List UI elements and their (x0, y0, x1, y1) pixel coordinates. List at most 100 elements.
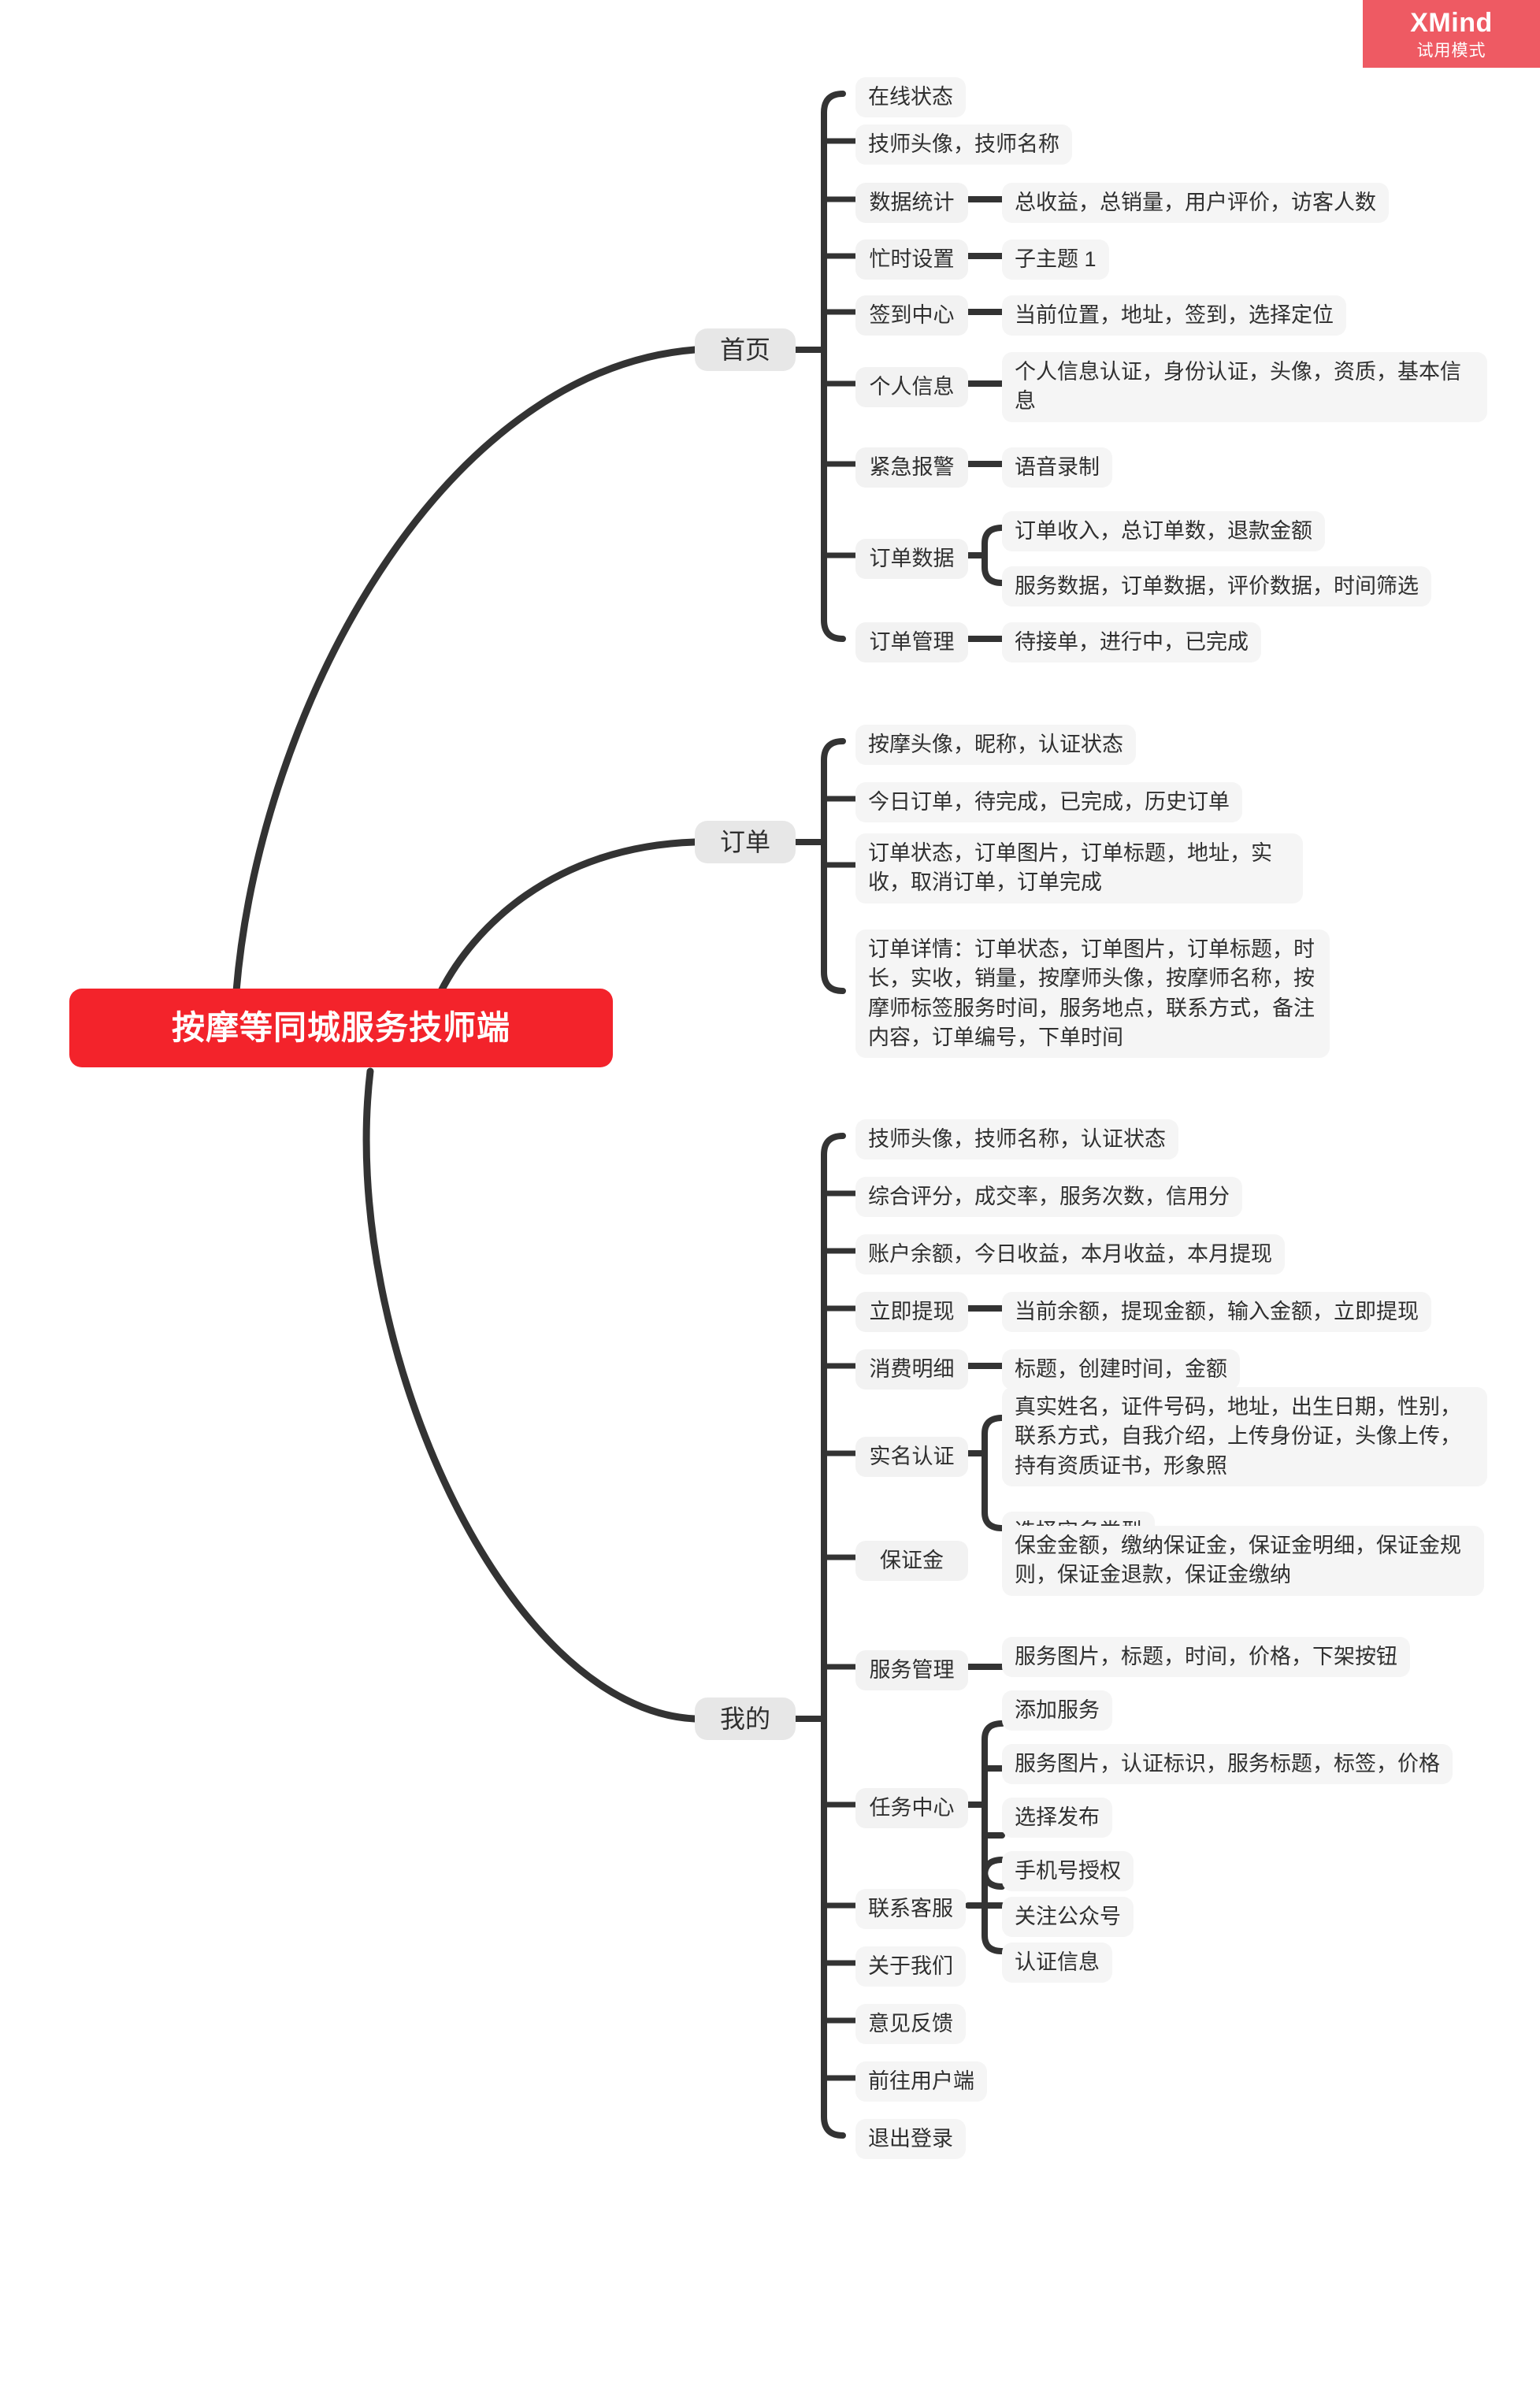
node-text: 退出登录 (868, 2127, 953, 2150)
node-text: 服务数据，订单数据，评价数据，时间筛选 (1015, 574, 1419, 598)
leaf-home-order-states[interactable]: 待接单，进行中，已完成 (1002, 622, 1261, 663)
connector-root-to-order (437, 838, 699, 995)
sub-home-emergency-alarm[interactable]: 紧急报警 (855, 447, 968, 488)
node-text: 意见反馈 (868, 2012, 953, 2035)
branch-node-order[interactable]: 订单 (695, 821, 796, 863)
node-text: 待接单，进行中，已完成 (1015, 630, 1249, 654)
leaf-home-voice-recording[interactable]: 语音录制 (1002, 447, 1112, 488)
branch-label-order: 订单 (719, 827, 770, 856)
leaf-mine-auth-info[interactable]: 认证信息 (1002, 1942, 1112, 1983)
node-text: 数据统计 (869, 191, 955, 214)
node-text: 关注公众号 (1015, 1905, 1121, 1928)
leaf-home-order-income[interactable]: 订单收入，总订单数，退款金额 (1002, 511, 1325, 552)
spine-mine (821, 1133, 846, 2139)
node-text: 今日订单，待完成，已完成，历史订单 (868, 790, 1230, 814)
node-text: 订单状态，订单图片，订单标题，地址，实收，取消订单，订单完成 (868, 841, 1272, 895)
node-text: 忙时设置 (869, 247, 955, 271)
node-text: 订单收入，总订单数，退款金额 (1015, 519, 1312, 543)
xmind-logo-text: XMind (1410, 7, 1493, 38)
leaf-mine-goto-client[interactable]: 前往用户端 (855, 2061, 987, 2102)
leaf-mine-logout[interactable]: 退出登录 (855, 2119, 966, 2160)
leaf-mine-phone-auth[interactable]: 手机号授权 (1002, 1851, 1134, 1892)
node-text: 总收益，总销量，用户评价，访客人数 (1015, 191, 1376, 214)
sub-home-order-management[interactable]: 订单管理 (855, 622, 968, 663)
connector-root-to-mine (362, 1067, 699, 1723)
leaf-home-online-status[interactable]: 在线状态 (855, 77, 966, 118)
leaf-home-checkin-detail[interactable]: 当前位置，地址，签到，选择定位 (1002, 295, 1346, 336)
leaf-mine-contact-support[interactable]: 联系客服 (855, 1889, 966, 1930)
node-text: 在线状态 (868, 85, 953, 109)
leaf-order-today[interactable]: 今日订单，待完成，已完成，历史订单 (855, 782, 1242, 823)
node-text: 服务管理 (869, 1658, 955, 1682)
leaf-mine-follow-official[interactable]: 关注公众号 (1002, 1897, 1134, 1938)
branch-node-mine[interactable]: 我的 (695, 1698, 796, 1740)
sub-mine-service-management[interactable]: 服务管理 (855, 1650, 968, 1691)
node-text: 服务图片，认证标识，服务标题，标签，价格 (1015, 1752, 1440, 1775)
leaf-mine-service-card[interactable]: 服务图片，标题，时间，价格，下架按钮 (1002, 1637, 1410, 1678)
node-text: 订单管理 (869, 630, 955, 654)
sub-mine-consumption-detail[interactable]: 消费明细 (855, 1349, 968, 1390)
sub-mine-deposit[interactable]: 保证金 (855, 1541, 968, 1582)
leaf-mine-balance[interactable]: 账户余额，今日收益，本月收益，本月提现 (855, 1234, 1285, 1275)
node-text: 语音录制 (1015, 455, 1100, 479)
node-text: 订单数据 (869, 547, 955, 570)
leaf-home-subtopic-1[interactable]: 子主题 1 (1002, 239, 1109, 280)
node-text: 立即提现 (869, 1300, 955, 1323)
root-label: 按摩等同城服务技师端 (171, 1009, 510, 1047)
node-text: 保证金 (880, 1549, 944, 1572)
node-text: 账户余额，今日收益，本月收益，本月提现 (868, 1242, 1272, 1266)
sub-home-busy-settings[interactable]: 忙时设置 (855, 239, 968, 280)
spine-orderdata (982, 525, 1005, 586)
leaf-mine-select-publish[interactable]: 选择发布 (1002, 1798, 1112, 1839)
leaf-mine-tech-profile[interactable]: 技师头像，技师名称，认证状态 (855, 1119, 1178, 1160)
leaf-mine-realname-fields[interactable]: 真实姓名，证件号码，地址，出生日期，性别，联系方式，自我介绍，上传身份证，头像上… (1002, 1387, 1487, 1486)
leaf-home-avatar-name[interactable]: 技师头像，技师名称 (855, 124, 1072, 165)
leaf-mine-about-us[interactable]: 关于我们 (855, 1946, 966, 1987)
node-text: 添加服务 (1015, 1698, 1100, 1722)
xmind-watermark-box: XMind 试用模式 (1363, 0, 1540, 68)
leaf-home-service-data[interactable]: 服务数据，订单数据，评价数据，时间筛选 (1002, 566, 1431, 607)
node-text: 技师头像，技师名称 (868, 132, 1059, 156)
node-text: 订单详情：订单状态，订单图片，订单标题，时长，实收，销量，按摩师头像，按摩师名称… (868, 937, 1315, 1049)
leaf-home-data-stats-detail[interactable]: 总收益，总销量，用户评价，访客人数 (1002, 183, 1389, 224)
sub-home-checkin-center[interactable]: 签到中心 (855, 295, 968, 336)
node-text: 签到中心 (869, 303, 955, 327)
leaf-mine-consumption-fields[interactable]: 标题，创建时间，金额 (1002, 1349, 1240, 1390)
leaf-mine-add-service[interactable]: 添加服务 (1002, 1690, 1112, 1731)
node-text: 手机号授权 (1015, 1859, 1121, 1883)
node-text: 综合评分，成交率，服务次数，信用分 (868, 1185, 1230, 1208)
leaf-order-detail-fields[interactable]: 订单详情：订单状态，订单图片，订单标题，时长，实收，销量，按摩师头像，按摩师名称… (855, 929, 1330, 1058)
leaf-order-status-fields[interactable]: 订单状态，订单图片，订单标题，地址，实收，取消订单，订单完成 (855, 833, 1303, 904)
xmind-trial-text: 试用模式 (1416, 41, 1486, 60)
sub-home-order-data[interactable]: 订单数据 (855, 539, 968, 580)
spine-realname (982, 1415, 1005, 1531)
sub-mine-task-center[interactable]: 任务中心 (855, 1788, 968, 1829)
connector-root-to-home (232, 346, 699, 995)
leaf-mine-feedback[interactable]: 意见反馈 (855, 2004, 966, 2045)
leaf-mine-service-fields[interactable]: 服务图片，认证标识，服务标题，标签，价格 (1002, 1744, 1453, 1785)
leaf-home-personal-info-detail[interactable]: 个人信息认证，身份认证，头像，资质，基本信息 (1002, 352, 1487, 422)
node-text: 服务图片，标题，时间，价格，下架按钮 (1015, 1645, 1397, 1668)
leaf-order-profile[interactable]: 按摩头像，昵称，认证状态 (855, 725, 1136, 766)
node-text: 前往用户端 (868, 2069, 974, 2093)
node-text: 紧急报警 (869, 455, 955, 479)
node-text: 认证信息 (1015, 1950, 1100, 1974)
sub-home-personal-info[interactable]: 个人信息 (855, 367, 968, 408)
branch-label-home: 首页 (719, 335, 770, 364)
node-text: 真实姓名，证件号码，地址，出生日期，性别，联系方式，自我介绍，上传身份证，头像上… (1015, 1395, 1461, 1478)
node-text: 消费明细 (869, 1357, 955, 1381)
sub-mine-realname-auth[interactable]: 实名认证 (855, 1437, 968, 1478)
node-text: 关于我们 (868, 1954, 953, 1978)
node-text: 当前余额，提现金额，输入金额，立即提现 (1015, 1300, 1419, 1323)
node-text: 任务中心 (869, 1796, 955, 1820)
sub-mine-withdraw-now[interactable]: 立即提现 (855, 1292, 968, 1333)
leaf-mine-withdraw-detail[interactable]: 当前余额，提现金额，输入金额，立即提现 (1002, 1292, 1431, 1333)
node-text: 个人信息 (869, 375, 955, 399)
node-text: 当前位置，地址，签到，选择定位 (1015, 303, 1334, 327)
leaf-mine-ratings[interactable]: 综合评分，成交率，服务次数，信用分 (855, 1177, 1242, 1218)
sub-home-data-stats[interactable]: 数据统计 (855, 183, 968, 224)
leaf-mine-deposit-fields[interactable]: 保金金额，缴纳保证金，保证金明细，保证金规则，保证金退款，保证金缴纳 (1002, 1526, 1484, 1596)
root-node[interactable]: 按摩等同城服务技师端 (69, 989, 613, 1067)
node-text: 技师头像，技师名称，认证状态 (868, 1127, 1166, 1151)
branch-node-home[interactable]: 首页 (695, 328, 796, 371)
